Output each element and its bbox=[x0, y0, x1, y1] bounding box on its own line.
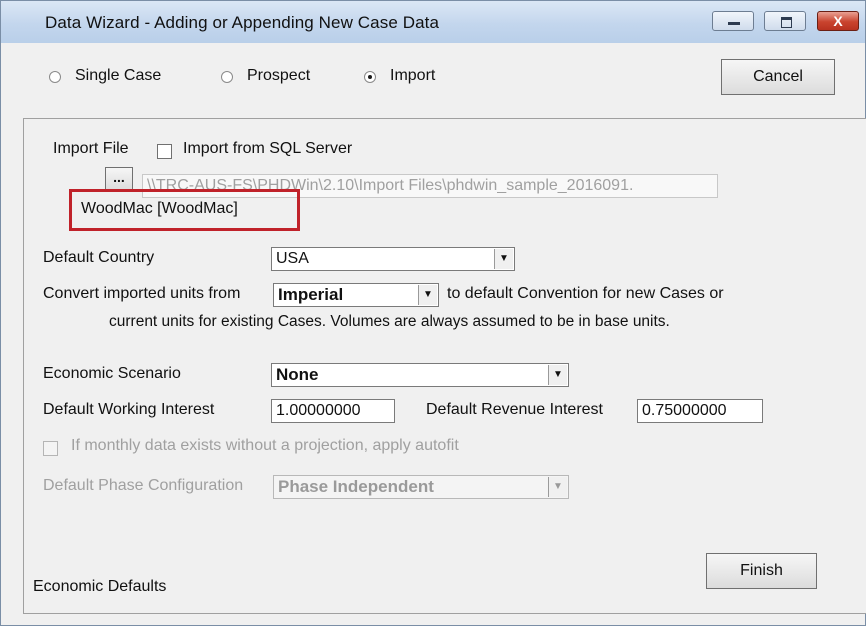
phase-configuration-value: Phase Independent bbox=[278, 477, 434, 496]
autofit-label: If monthly data exists without a project… bbox=[71, 437, 459, 454]
autofit-checkbox[interactable] bbox=[43, 441, 58, 456]
default-country-select[interactable]: USA ▼ bbox=[271, 247, 515, 271]
radio-single-case-label[interactable]: Single Case bbox=[75, 67, 161, 85]
radio-prospect-label[interactable]: Prospect bbox=[247, 67, 310, 85]
import-file-label: Import File bbox=[53, 140, 129, 157]
cancel-button[interactable]: Cancel bbox=[721, 59, 835, 95]
close-icon: X bbox=[833, 13, 843, 29]
radio-prospect-dot[interactable] bbox=[221, 71, 233, 83]
maximize-button[interactable] bbox=[764, 11, 806, 31]
phase-configuration-select[interactable]: Phase Independent ▼ bbox=[273, 475, 569, 499]
close-button[interactable]: X bbox=[817, 11, 859, 31]
revenue-interest-field[interactable]: 0.75000000 bbox=[637, 399, 763, 423]
title-bar[interactable]: Data Wizard - Adding or Appending New Ca… bbox=[1, 1, 865, 43]
browse-button[interactable]: ... bbox=[105, 167, 133, 191]
import-source-label: WoodMac [WoodMac] bbox=[81, 200, 238, 217]
chevron-down-icon[interactable]: ▼ bbox=[548, 477, 567, 497]
minimize-icon bbox=[728, 22, 740, 25]
minimize-button[interactable] bbox=[712, 11, 754, 31]
finish-button[interactable]: Finish bbox=[706, 553, 817, 589]
units-value: Imperial bbox=[278, 285, 344, 304]
chevron-down-icon[interactable]: ▼ bbox=[418, 285, 437, 305]
economic-scenario-select[interactable]: None ▼ bbox=[271, 363, 569, 387]
revenue-interest-label: Default Revenue Interest bbox=[426, 401, 603, 418]
economic-defaults-label: Economic Defaults bbox=[33, 578, 167, 595]
default-country-value: USA bbox=[276, 250, 309, 267]
phase-configuration-label: Default Phase Configuration bbox=[43, 477, 244, 494]
working-interest-label: Default Working Interest bbox=[43, 401, 215, 418]
economic-scenario-label: Economic Scenario bbox=[43, 365, 181, 382]
chevron-down-icon[interactable]: ▼ bbox=[548, 365, 567, 385]
radio-single-case-dot[interactable] bbox=[49, 71, 61, 83]
import-from-sql-checkbox[interactable] bbox=[157, 144, 172, 159]
default-country-label: Default Country bbox=[43, 249, 155, 266]
radio-import-dot[interactable] bbox=[364, 71, 376, 83]
economic-scenario-value: None bbox=[276, 365, 319, 384]
chevron-down-icon[interactable]: ▼ bbox=[494, 249, 513, 269]
convert-units-suffix: to default Convention for new Cases or bbox=[447, 285, 724, 302]
data-wizard-window: Data Wizard - Adding or Appending New Ca… bbox=[0, 0, 866, 626]
units-note: current units for existing Cases. Volume… bbox=[109, 313, 670, 330]
import-from-sql-label[interactable]: Import from SQL Server bbox=[183, 140, 352, 158]
working-interest-field[interactable]: 1.00000000 bbox=[271, 399, 395, 423]
convert-units-label: Convert imported units from bbox=[43, 285, 241, 302]
maximize-icon bbox=[781, 17, 792, 28]
window-title: Data Wizard - Adding or Appending New Ca… bbox=[45, 13, 440, 32]
radio-import-label[interactable]: Import bbox=[390, 67, 435, 85]
units-select[interactable]: Imperial ▼ bbox=[273, 283, 439, 307]
